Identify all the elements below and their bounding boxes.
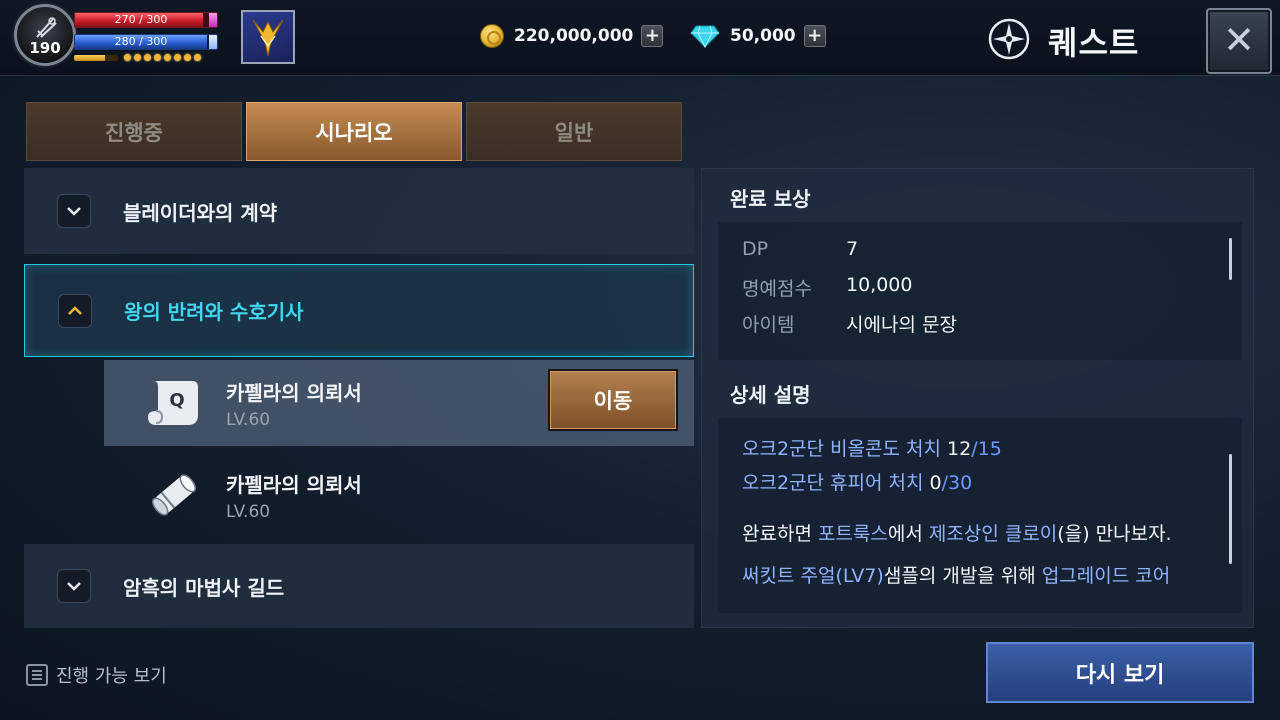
detail-box: 오크2군단 비올콘도 처치 12/15 오크2군단 휴피어 처치 0/30 완료… [718,418,1242,613]
desc-text: 샘플의 개발을 위해 [883,565,1042,587]
gold-coin-icon [480,24,504,48]
tab-in-progress[interactable]: 진행중 [26,102,242,161]
reward-scrollbar[interactable] [1229,238,1232,280]
desc-text: 완료하면 [742,523,818,545]
replay-button[interactable]: 다시 보기 [986,642,1254,703]
reward-row-honor: 명예점수 10,000 [742,274,912,301]
quest-name: 카펠라의 의뢰서 [226,472,362,497]
reward-key: DP [742,238,769,260]
reward-value: 7 [846,238,859,260]
close-button[interactable]: ✕ [1206,8,1272,74]
quest-scroll-icon: Q [148,381,198,425]
top-bar: 190 270 / 300 280 / 300 220,000,000 + 50… [0,0,1280,76]
reward-key: 아이템 [742,314,795,336]
objective-target: 오크2군단 비올콘도 처치 [742,438,941,460]
objective-line: 오크2군단 휴피어 처치 0/30 [742,468,972,495]
compass-icon [988,18,1030,60]
quest-tabs: 진행중 시나리오 일반 [26,102,682,161]
detail-title: 상세 설명 [730,383,811,407]
gold-display: 220,000,000 + [480,22,664,50]
quest-level: LV.60 [226,409,271,430]
objective-current: 0 [929,472,942,494]
chevron-down-icon [57,194,91,228]
class-emblem-icon [36,17,57,38]
desc-highlight: 제조상인 클로이 [928,523,1058,545]
page-title: 퀘스트 [1048,24,1140,62]
quest-name: 카펠라의 의뢰서 [226,380,362,405]
objective-total: /30 [941,472,973,494]
tab-general[interactable]: 일반 [466,102,682,161]
list-icon [26,664,48,686]
quest-group-king-companion[interactable]: 왕의 반려와 수호기사 [24,264,694,357]
quest-list: 블레이더와의 계약 왕의 반려와 수호기사 Q 카펠라의 의뢰서 LV.60 이… [24,168,694,628]
desc-text: 에서 [887,523,929,545]
gem-amount: 50,000 [730,26,796,46]
add-gold-button[interactable]: + [641,25,664,47]
mp-bar: 280 / 300 [74,34,218,50]
reward-box: DP 7 명예점수 10,000 아이템 시에나의 문장 [718,222,1242,360]
hp-text: 270 / 300 [114,13,168,26]
quest-text: 카펠라의 의뢰서 LV.60 [226,377,362,430]
quest-detail-panel: 완료 보상 DP 7 명예점수 10,000 아이템 시에나의 문장 상세 설명… [701,168,1254,628]
gem-display: 50,000 + [690,22,826,50]
charge-dot [154,54,161,61]
reward-title: 완료 보상 [730,187,811,211]
desc-highlight: 포트룩스 [817,523,888,545]
gold-amount: 220,000,000 [514,26,634,46]
close-icon: ✕ [1223,18,1255,62]
desc-highlight: 써킷트 주얼(LV7) [742,565,884,587]
chevron-up-icon [58,293,92,328]
desc-text: (을) 만나보자. [1057,523,1172,545]
buff-slot[interactable] [241,10,295,64]
quest-text: 카펠라의 의뢰서 LV.60 [226,469,362,522]
reward-value: 시에나의 문장 [846,314,957,336]
quest-group-label: 블레이더와의 계약 [123,200,278,225]
mp-bar-tip [209,35,217,49]
golden-wings-icon [252,19,284,57]
player-avatar[interactable]: 190 [14,4,76,66]
description-line: 써킷트 주얼(LV7)샘플의 개발을 위해 업그레이드 코어 [742,561,1170,588]
description-line: 완료하면 포트룩스에서 제조상인 클로이(을) 만나보자. [742,519,1172,546]
move-button[interactable]: 이동 [548,369,678,431]
quest-item-selected[interactable]: Q 카펠라의 의뢰서 LV.60 이동 [104,360,694,446]
reward-row-dp: DP 7 [742,238,858,260]
hp-bar-tip [209,13,217,27]
quest-group-label: 왕의 반려와 수호기사 [124,300,304,324]
svg-text:Q: Q [169,390,184,411]
charge-dots [124,54,201,61]
chevron-down-icon [57,569,91,603]
player-level: 190 [29,39,61,57]
charge-dot [184,54,191,61]
tab-scenario[interactable]: 시나리오 [246,102,462,161]
add-gems-button[interactable]: + [803,25,826,47]
rolled-scroll-icon [151,474,197,516]
reward-value: 10,000 [846,274,913,296]
charge-dot [174,54,181,61]
reward-row-item: 아이템 시에나의 문장 [742,310,957,337]
objective-target: 오크2군단 휴피어 처치 [742,472,924,494]
reward-key: 명예점수 [742,278,812,300]
show-available-label: 진행 가능 보기 [56,666,167,687]
quest-group-dark-mage-guild[interactable]: 암흑의 마법사 길드 [24,544,694,628]
charge-dot [124,54,131,61]
charge-dot [164,54,171,61]
quest-group-label: 암흑의 마법사 길드 [123,575,285,600]
quest-item[interactable]: 카펠라의 의뢰서 LV.60 [104,452,694,538]
quest-group-blader-contract[interactable]: 블레이더와의 계약 [24,168,694,254]
desc-highlight: 업그레이드 코어 [1041,565,1171,587]
mp-text: 280 / 300 [114,35,168,48]
exp-bar [74,55,118,61]
detail-scrollbar[interactable] [1229,454,1232,564]
charge-dot [194,54,201,61]
hp-bar: 270 / 300 [74,12,218,28]
objective-total: /15 [971,438,1002,460]
charge-dot [134,54,141,61]
diamond-icon [690,25,720,48]
show-available-toggle[interactable]: 진행 가능 보기 [26,662,167,688]
objective-current: 12 [947,438,972,460]
charge-dot [144,54,151,61]
exp-fill [74,55,105,61]
quest-level: LV.60 [226,501,271,522]
objective-line: 오크2군단 비올콘도 처치 12/15 [742,434,1002,461]
